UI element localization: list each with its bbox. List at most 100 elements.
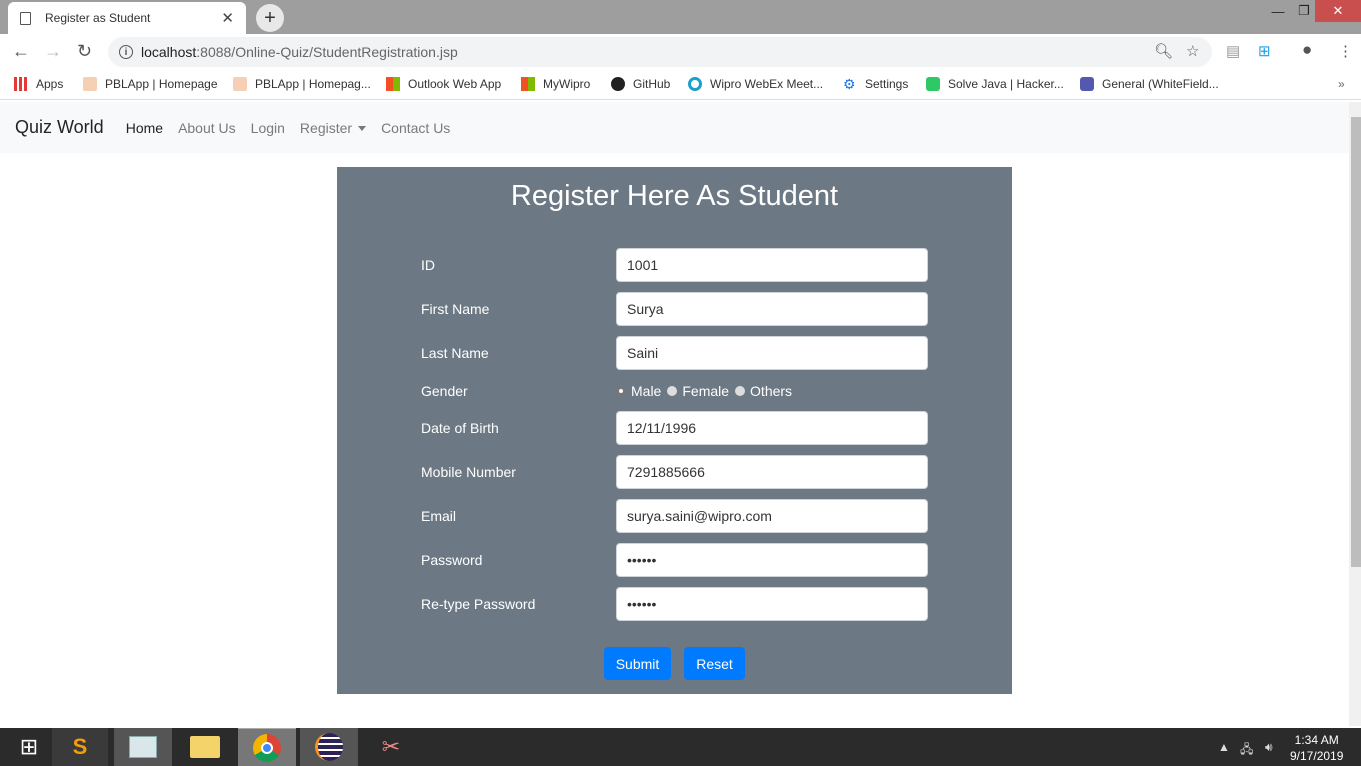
dob-label: Date of Birth (421, 420, 499, 436)
last-name-label: Last Name (421, 345, 489, 361)
nav-about-us[interactable]: About Us (178, 120, 236, 136)
password-label: Password (421, 552, 483, 568)
teams-icon (1080, 77, 1094, 91)
email-row: Email (421, 499, 928, 533)
first-name-label: First Name (421, 301, 490, 317)
hackerrank-icon (926, 77, 940, 91)
first-name-input[interactable] (616, 292, 928, 326)
gender-female-label[interactable]: Female (682, 383, 729, 399)
bookmark-star-icon[interactable]: ☆ (1186, 42, 1199, 60)
taskbar-eclipse[interactable] (300, 728, 358, 766)
dob-input[interactable] (616, 411, 928, 445)
taskbar-file-explorer[interactable] (176, 728, 234, 766)
bookmark-settings[interactable]: ⚙ Settings (843, 77, 908, 91)
url-host: localhost (141, 44, 197, 60)
retype-password-row: Re-type Password (421, 587, 928, 621)
window-close-button[interactable]: ✕ (1315, 0, 1361, 22)
gender-label: Gender (421, 383, 468, 399)
zoom-icon[interactable]: 🔍︎ (1154, 42, 1173, 60)
password-row: Password (421, 543, 928, 577)
brand-logo[interactable]: Quiz World (15, 117, 104, 138)
chrome-icon (253, 733, 281, 762)
pbl-icon (233, 77, 247, 91)
password-input[interactable] (616, 543, 928, 577)
taskbar-chrome[interactable] (238, 728, 296, 766)
forward-icon[interactable]: → (44, 41, 62, 62)
volume-icon[interactable]: 🔊︎ (1265, 740, 1273, 755)
nav-home[interactable]: Home (126, 120, 163, 136)
bookmark-github[interactable]: GitHub (611, 77, 670, 91)
gender-others-radio[interactable] (735, 386, 746, 396)
start-button[interactable]: ⊞ (0, 728, 58, 766)
caret-down-icon (358, 126, 367, 132)
windows-taskbar: ⊞ S ✂ ▲ 🖧 🔊︎ 1:34 AM 9/17/2019 (0, 728, 1361, 766)
gender-radio-group: Male Female Others (616, 383, 798, 399)
windows-extension-icon[interactable]: ⊞ (1258, 42, 1271, 60)
page-content: Quiz World Home About Us Login Register … (0, 102, 1349, 726)
github-icon (611, 77, 625, 91)
more-bookmarks-button[interactable]: » (1338, 77, 1345, 91)
gender-others-label[interactable]: Others (750, 383, 792, 399)
scissors-icon: ✂ (381, 734, 401, 759)
taskbar-snipping-tool[interactable]: ✂ (362, 728, 420, 766)
gear-icon: ⚙ (843, 76, 856, 92)
bookmark-outlook[interactable]: Outlook Web App (386, 77, 501, 91)
bookmark-teams[interactable]: General (WhiteField... (1080, 77, 1219, 91)
bookmark-apps[interactable]: Apps (14, 77, 63, 91)
bookmark-webex[interactable]: Wipro WebEx Meet... (688, 77, 823, 91)
last-name-row: Last Name (421, 336, 928, 370)
new-tab-button[interactable]: + (256, 4, 284, 32)
email-input[interactable] (616, 499, 928, 533)
network-icon[interactable]: 🖧 (1240, 740, 1253, 761)
tab-close-icon[interactable]: ✕ (221, 9, 234, 27)
scrollbar-thumb[interactable] (1351, 117, 1361, 567)
last-name-input[interactable] (616, 336, 928, 370)
profile-icon[interactable]: ● (1302, 40, 1312, 60)
submit-button[interactable]: Submit (604, 647, 671, 680)
nav-contact-us[interactable]: Contact Us (381, 120, 450, 136)
address-bar[interactable]: i localhost:8088/Online-Quiz/StudentRegi… (108, 37, 1212, 67)
gender-row: Gender Male Female Others (421, 380, 928, 402)
document-icon (20, 11, 31, 25)
bookmarks-bar: Apps PBLApp | Homepage PBLApp | Homepag.… (0, 70, 1361, 100)
folder-icon (190, 736, 220, 758)
id-row: ID (421, 248, 928, 282)
bookmark-hackerrank[interactable]: Solve Java | Hacker... (926, 77, 1064, 91)
page-scrollbar[interactable] (1349, 102, 1361, 726)
bookmark-pblapp-2[interactable]: PBLApp | Homepag... (233, 77, 371, 91)
retype-password-input[interactable] (616, 587, 928, 621)
mobile-input[interactable] (616, 455, 928, 489)
tab-title: Register as Student (45, 11, 151, 25)
nav-register-dropdown[interactable]: Register (300, 120, 367, 136)
back-icon[interactable]: ← (12, 41, 30, 62)
eclipse-icon (315, 733, 343, 761)
taskbar-sublime[interactable]: S (52, 728, 108, 766)
windows-logo-icon: ⊞ (19, 734, 39, 759)
gender-male-radio[interactable] (616, 386, 626, 396)
id-label: ID (421, 257, 435, 273)
nav-login[interactable]: Login (251, 120, 285, 136)
clipboard-extension-icon[interactable]: ▤ (1226, 42, 1240, 60)
microsoft-icon (521, 77, 535, 91)
show-hidden-icons[interactable]: ▲ (1218, 740, 1230, 754)
url-path: :8088/Online-Quiz/StudentRegistration.js… (196, 44, 458, 60)
id-input[interactable] (616, 248, 928, 282)
bookmark-mywipro[interactable]: MyWipro (521, 77, 590, 91)
gender-female-radio[interactable] (667, 386, 678, 396)
app-window-icon (129, 736, 157, 758)
browser-tab[interactable]: Register as Student ✕ (8, 2, 246, 34)
clock-date: 9/17/2019 (1290, 749, 1344, 763)
taskbar-app-window[interactable] (114, 728, 172, 766)
system-clock[interactable]: 1:34 AM 9/17/2019 (1290, 732, 1343, 764)
webex-icon (688, 77, 702, 91)
reload-icon[interactable]: ↻ (77, 41, 92, 62)
menu-icon[interactable]: ⋮ (1338, 42, 1353, 60)
form-title: Register Here As Student (510, 180, 839, 212)
reset-button[interactable]: Reset (684, 647, 745, 680)
mobile-row: Mobile Number (421, 455, 928, 489)
dob-row: Date of Birth (421, 411, 928, 445)
info-icon[interactable]: i (119, 45, 133, 59)
gender-male-label[interactable]: Male (631, 383, 661, 399)
bookmark-pblapp-1[interactable]: PBLApp | Homepage (83, 77, 218, 91)
microsoft-icon (386, 77, 400, 91)
